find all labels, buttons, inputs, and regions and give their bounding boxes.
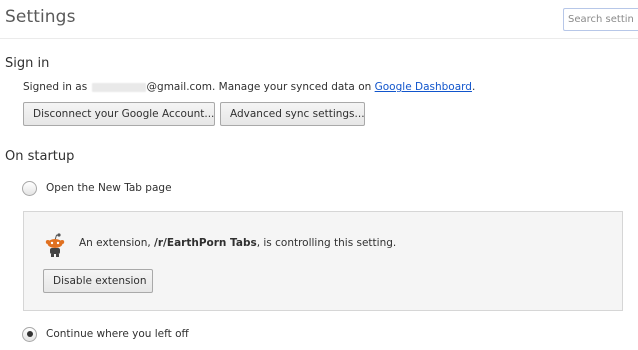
- google-dashboard-link[interactable]: Google Dashboard: [375, 81, 472, 93]
- startup-option-continue[interactable]: Continue where you left off: [22, 325, 189, 343]
- radio-button[interactable]: [22, 180, 37, 196]
- disable-extension-button[interactable]: Disable extension: [43, 269, 153, 293]
- section-title-sign-in: Sign in: [5, 56, 50, 71]
- signed-in-status: Signed in as @gmail.com. Manage your syn…: [23, 81, 475, 93]
- redacted-username: [91, 82, 146, 92]
- reddit-alien-icon: [45, 233, 65, 257]
- radio-label: Open the New Tab page: [46, 182, 172, 194]
- extension-message-prefix: An extension,: [79, 237, 151, 249]
- email-suffix: @gmail.com.: [146, 81, 216, 93]
- extension-control-notice: An extension, /r/EarthPorn Tabs, is cont…: [23, 211, 623, 311]
- search-input[interactable]: [563, 8, 638, 31]
- extension-control-message: An extension, /r/EarthPorn Tabs, is cont…: [79, 237, 396, 249]
- manage-sync-text: Manage your synced data on: [218, 81, 372, 93]
- page-title: Settings: [5, 7, 76, 27]
- radio-label: Continue where you left off: [46, 328, 189, 340]
- extension-message-suffix: , is controlling this setting.: [256, 237, 397, 249]
- disconnect-account-button[interactable]: Disconnect your Google Account...: [23, 102, 215, 126]
- section-title-on-startup: On startup: [5, 149, 75, 164]
- radio-button-selected[interactable]: [22, 326, 37, 342]
- startup-option-new-tab[interactable]: Open the New Tab page: [22, 179, 172, 197]
- extension-name: /r/EarthPorn Tabs: [154, 237, 257, 249]
- header-divider: [0, 38, 638, 39]
- advanced-sync-settings-button[interactable]: Advanced sync settings...: [220, 102, 365, 126]
- period: .: [471, 81, 476, 93]
- signed-in-prefix: Signed in as: [23, 81, 88, 93]
